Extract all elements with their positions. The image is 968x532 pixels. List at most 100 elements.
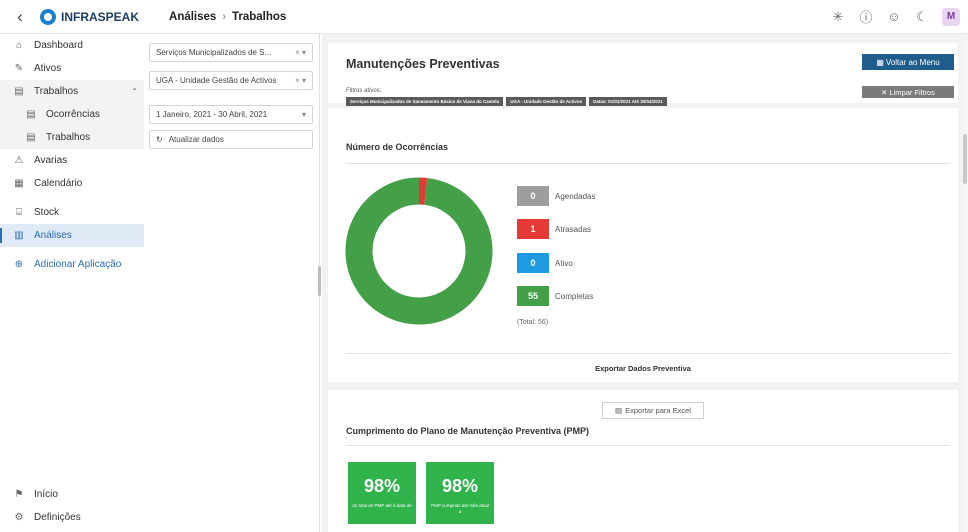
sidebar-bottom: ⚑ Início ⚙ Definições (0, 483, 144, 529)
moon-icon[interactable]: ☾ (914, 9, 930, 25)
legend-label: Agendadas (555, 191, 596, 201)
sidebar-item-label: Stock (34, 207, 60, 218)
sidebar-item-label: Análises (34, 230, 72, 241)
main-scrollbar[interactable] (962, 34, 968, 532)
legend-agendadas: 0 Agendadas (517, 186, 595, 206)
sidebar-item-label: Adicionar Aplicação (34, 259, 122, 270)
sidebar-item-trabalhos-group[interactable]: ▤ Trabalhos ⌃ (0, 80, 144, 103)
grid-icon: ▦ (876, 57, 884, 67)
infraspeak-logo-icon (40, 8, 56, 25)
export-excel-button[interactable]: ▤ Exportar para Excel (602, 402, 704, 419)
asterisk-icon[interactable]: ✳ (830, 9, 846, 25)
box-icon: ⌸ (16, 207, 22, 218)
top-icons: ✳ ⓘ ☺ ☾ M (830, 7, 960, 26)
panel-resize-handle[interactable] (318, 266, 321, 296)
sidebar-item-avarias[interactable]: ⚠ Avarias (0, 149, 144, 172)
sidebar-item-ativos[interactable]: ✎ Ativos (0, 57, 144, 80)
chevron-down-icon[interactable]: ▾ (302, 110, 306, 119)
sidebar-item-label: Definições (34, 512, 81, 523)
gear-icon: ⚙ (14, 512, 24, 523)
legend-label: Ativo (555, 258, 573, 268)
chevron-up-icon: ⌃ (131, 87, 138, 96)
avatar[interactable]: M (942, 7, 960, 26)
sidebar-item-trabalhos[interactable]: ▤ Trabalhos (0, 126, 144, 149)
breadcrumb-analises[interactable]: Análises (169, 11, 216, 23)
plus-circle-icon: ⊕ (14, 259, 24, 270)
chart-icon: ▥ (14, 230, 24, 241)
legend-label: Atrasadas (555, 224, 592, 234)
sidebar-item-stock[interactable]: ⌸ Stock (0, 201, 144, 224)
pmp-title: Cumprimento do Plano de Manutenção Preve… (346, 426, 590, 436)
clipboard-icon: ▤ (26, 132, 36, 143)
breadcrumb: Análises › Trabalhos (169, 11, 286, 23)
unit-select[interactable]: UGA - Unidade Gestão de Activos × ▾ (149, 71, 313, 90)
client-select-value: Serviços Municipalizados de S... (156, 48, 272, 57)
refresh-data-button[interactable]: ↻ Atualizar dados (149, 130, 313, 149)
occurrences-donut-chart (345, 177, 493, 325)
sidebar-item-add-application[interactable]: ⊕ Adicionar Aplicação (0, 253, 144, 276)
sidebar-item-label: Avarias (34, 155, 68, 166)
main-content: Manutenções Preventivas ▦ Voltar ao Menu… (322, 34, 962, 532)
legend-value-box: 0 (517, 253, 549, 273)
legend-value-box: 1 (517, 219, 549, 239)
pmp-card: ▤ Exportar para Excel Cumprimento do Pla… (328, 390, 958, 532)
date-range-select[interactable]: 1 Janeiro, 2021 - 30 Abril, 2021 ▾ (149, 105, 313, 124)
filter-tag: Serviços Municipalizados de Saneamento B… (346, 97, 504, 106)
sidebar-item-label: Ocorrências (46, 109, 100, 120)
scrollbar-thumb[interactable] (963, 134, 967, 184)
legend-value: 55 (527, 291, 538, 301)
divider (346, 353, 950, 354)
sidebar-item-ocorrencias[interactable]: ▤ Ocorrências (0, 103, 144, 126)
clipboard-icon: ▤ (14, 86, 24, 97)
clear-chevron-icon[interactable]: × ▾ (295, 48, 306, 57)
filter-tag: UGA - Unidade Gestão de Activos (506, 97, 587, 106)
donut-slice-completas (345, 177, 493, 325)
back-to-menu-button[interactable]: ▦ Voltar ao Menu (862, 54, 954, 70)
breadcrumb-trabalhos: Trabalhos (232, 10, 287, 23)
client-select[interactable]: Serviços Municipalizados de S... × ▾ (149, 43, 313, 62)
legend-value-box: 0 (517, 186, 549, 206)
sidebar-item-inicio[interactable]: ⚑ Início (0, 483, 144, 506)
legend-value-box: 55 (517, 286, 549, 306)
kpi-caption: PMP cumprido até mês atual a (431, 503, 489, 514)
sidebar-item-dashboard[interactable]: ⌂ Dashboard (0, 34, 144, 57)
filter-tag: Datas: 01/01/2021 Até 30/04/2021 (589, 97, 667, 106)
back-to-menu-label: Voltar ao Menu (885, 57, 940, 67)
legend-value: 0 (530, 258, 536, 268)
breadcrumb-separator: › (222, 10, 226, 23)
occurrences-total: (Total: 56) (517, 319, 549, 326)
occurrences-title: Número de Ocorrências (346, 142, 449, 152)
legend-completas: 55 Completas (517, 286, 593, 306)
clear-filters-button[interactable]: ✕ Limpar Filtros (862, 86, 954, 98)
kpi-value: 98% (441, 476, 479, 496)
sidebar-item-label: Início (34, 489, 58, 500)
file-icon: ▤ (615, 406, 623, 415)
sidebar-item-analises[interactable]: ▥ Análises (0, 224, 144, 247)
unit-select-value: UGA - Unidade Gestão de Activos (156, 76, 277, 85)
info-icon[interactable]: ⓘ (858, 7, 874, 26)
sidebar-item-label: Trabalhos (46, 132, 91, 143)
smile-icon[interactable]: ☺ (886, 9, 902, 24)
sidebar-item-label: Calendário (34, 178, 83, 189)
legend-ativo: 0 Ativo (517, 253, 573, 273)
active-filter-tags: Serviços Municipalizados de Saneamento B… (346, 97, 667, 106)
page-title: Manutenções Preventivas (346, 57, 500, 71)
legend-value: 1 (530, 224, 536, 234)
sidebar-item-calendario[interactable]: ▦ Calendário (0, 172, 144, 195)
filter-panel: Serviços Municipalizados de S... × ▾ UGA… (144, 34, 320, 532)
divider (346, 445, 950, 446)
clear-chevron-icon[interactable]: × ▾ (295, 76, 306, 85)
sidebar-item-label: Ativos (34, 63, 62, 74)
export-excel-label: Exportar para Excel (625, 406, 691, 415)
app-name: INFRASPEAK (61, 9, 140, 24)
report-header-card: Manutenções Preventivas ▦ Voltar ao Menu… (328, 43, 958, 103)
wrench-icon: ✎ (14, 63, 24, 74)
flag-icon: ⚑ (14, 489, 24, 500)
refresh-icon: ↻ (156, 135, 163, 144)
sidebar-item-label: Trabalhos (34, 86, 79, 97)
calendar-icon: ▦ (14, 178, 24, 189)
sidebar-item-definicoes[interactable]: ⚙ Definições (0, 506, 144, 529)
legend-value: 0 (530, 191, 536, 201)
date-range-value: 1 Janeiro, 2021 - 30 Abril, 2021 (156, 110, 268, 119)
back-button[interactable]: ‹ (10, 7, 30, 27)
